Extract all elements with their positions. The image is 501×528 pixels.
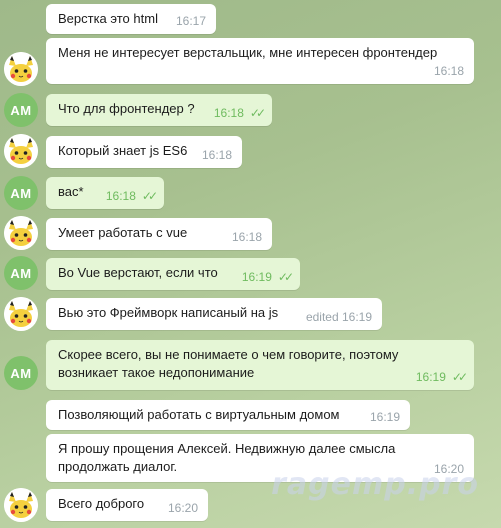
user-avatar[interactable]: AM (4, 93, 38, 127)
read-check-icon: ✓✓ (141, 189, 158, 203)
user-avatar[interactable]: AM (4, 256, 38, 290)
message-text: Умеет работать с vue (58, 225, 188, 240)
pikachu-icon (4, 297, 38, 331)
pikachu-avatar[interactable] (4, 216, 38, 250)
message-time: edited 16:19 (305, 310, 372, 324)
pikachu-avatar[interactable] (4, 297, 38, 331)
message-bubble[interactable]: Меня не интересует верстальщик, мне инте… (46, 38, 474, 84)
message-text: Который знает js ES6 (58, 143, 188, 158)
message-time: 16:20 (167, 501, 198, 515)
read-check-icon: ✓✓ (451, 370, 468, 384)
pikachu-icon (4, 52, 38, 86)
chat-history: Верстка это html 16:17 Меня не интересуе… (0, 0, 501, 528)
message-time: 16:19 ✓✓ (415, 370, 468, 384)
watermark-text: ragemp.pro (271, 467, 479, 502)
message-time: 16:17 (175, 14, 206, 28)
message-text: Меня не интересует верстальщик, мне инте… (58, 45, 438, 60)
message-time: 16:18 (433, 64, 464, 78)
message-time: 16:18 (201, 148, 232, 162)
message-bubble[interactable]: Всего доброго 16:20 (46, 489, 208, 521)
message-time: 16:19 (369, 410, 400, 424)
pikachu-icon (4, 216, 38, 250)
message-time: 16:18 ✓✓ (105, 189, 158, 203)
user-avatar[interactable]: AM (4, 356, 38, 390)
message-bubble[interactable]: Позволяющий работать с виртуальным домом… (46, 400, 410, 430)
message-text: Всего доброго (58, 496, 145, 511)
message-text: Во Vue верстают, если что (58, 265, 218, 280)
pikachu-icon (4, 134, 38, 168)
pikachu-avatar[interactable] (4, 52, 38, 86)
message-bubble[interactable]: Умеет работать с vue 16:18 (46, 218, 272, 250)
message-bubble[interactable]: вас* 16:18 ✓✓ (46, 177, 164, 209)
message-text: Что для фронтендер ? (58, 101, 195, 116)
message-bubble[interactable]: Во Vue верстают, если что 16:19 ✓✓ (46, 258, 300, 290)
message-time: 16:18 ✓✓ (213, 106, 266, 120)
message-bubble[interactable]: Вью это Фреймворк написаный на js edited… (46, 298, 382, 330)
pikachu-avatar[interactable] (4, 488, 38, 522)
message-time: 16:19 ✓✓ (241, 270, 294, 284)
message-bubble[interactable]: Верстка это html 16:17 (46, 4, 216, 34)
user-avatar[interactable]: AM (4, 176, 38, 210)
pikachu-icon (4, 488, 38, 522)
message-text: вас* (58, 184, 84, 199)
message-bubble[interactable]: Что для фронтендер ? 16:18 ✓✓ (46, 94, 272, 126)
message-text: Скорее всего, вы не понимаете о чем гово… (58, 347, 399, 380)
read-check-icon: ✓✓ (249, 106, 266, 120)
message-bubble[interactable]: Который знает js ES6 16:18 (46, 136, 242, 168)
read-check-icon: ✓✓ (277, 270, 294, 284)
message-bubble[interactable]: Скорее всего, вы не понимаете о чем гово… (46, 340, 474, 390)
message-text: Вью это Фреймворк написаный на js (58, 305, 279, 320)
message-text: Верстка это html (58, 11, 158, 26)
pikachu-avatar[interactable] (4, 134, 38, 168)
message-text: Позволяющий работать с виртуальным домом (58, 407, 340, 422)
message-time: 16:18 (231, 230, 262, 244)
